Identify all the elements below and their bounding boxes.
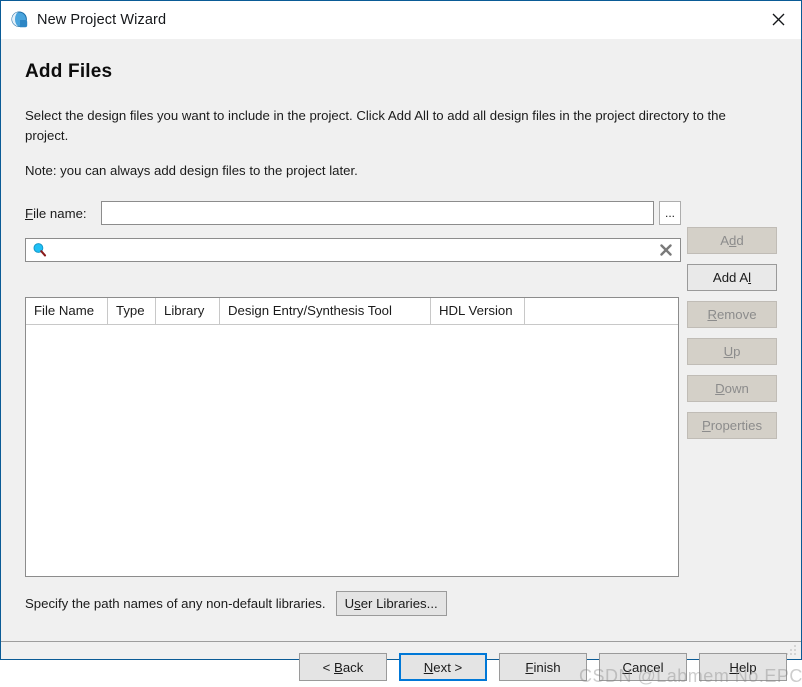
file-name-label-rest: ile name: [33,206,87,221]
search-box[interactable] [25,238,681,262]
down-button[interactable]: Down [687,375,777,402]
user-libraries-text: Specify the path names of any non-defaul… [25,596,326,611]
files-table[interactable]: File Name Type Library Design Entry/Synt… [25,297,679,577]
window-title: New Project Wizard [37,12,166,28]
user-libraries-button[interactable]: User Libraries... [336,591,447,616]
title-bar: New Project Wizard [1,1,801,39]
user-libraries-row: Specify the path names of any non-defaul… [25,590,447,616]
search-input[interactable] [48,240,657,260]
files-table-body[interactable] [26,325,678,577]
search-row [25,237,777,263]
footer-button-bar: < Back Next > Finish Cancel Help [1,642,801,659]
page-description: Select the design files you want to incl… [25,106,751,146]
add-button[interactable]: Add [687,227,777,254]
add-all-button[interactable]: Add Al [687,264,777,291]
column-header-file-name[interactable]: File Name [26,298,108,324]
close-icon[interactable] [755,1,801,38]
column-header-type[interactable]: Type [108,298,156,324]
wizard-panel: Add Files Select the design files you wa… [1,39,801,659]
file-name-label-mnemonic: F [25,206,33,221]
browse-button[interactable]: ... [659,201,681,225]
column-header-hdl-version[interactable]: HDL Version [431,298,525,324]
clear-x-icon[interactable] [657,241,675,259]
new-project-wizard-window: New Project Wizard Add Files Select the … [0,0,802,660]
file-name-row: File name: ... [25,200,777,226]
properties-button[interactable]: Properties [687,412,777,439]
finish-button[interactable]: Finish [499,653,587,681]
column-header-library[interactable]: Library [156,298,220,324]
quartus-globe-icon [11,11,29,29]
file-name-input[interactable] [101,201,654,225]
page-title: Add Files [25,39,777,83]
back-button[interactable]: < Back [299,653,387,681]
resize-grip-icon[interactable] [785,643,797,655]
remove-button[interactable]: Remove [687,301,777,328]
up-button[interactable]: Up [687,338,777,365]
files-table-header: File Name Type Library Design Entry/Synt… [26,298,678,325]
help-button[interactable]: Help [699,653,787,681]
column-header-design-entry-synthesis-tool[interactable]: Design Entry/Synthesis Tool [220,298,431,324]
magnifier-icon [32,242,48,258]
file-name-label: File name: [25,206,101,221]
next-button[interactable]: Next > [399,653,487,681]
page-note: Note: you can always add design files to… [25,163,777,178]
cancel-button[interactable]: Cancel [599,653,687,681]
